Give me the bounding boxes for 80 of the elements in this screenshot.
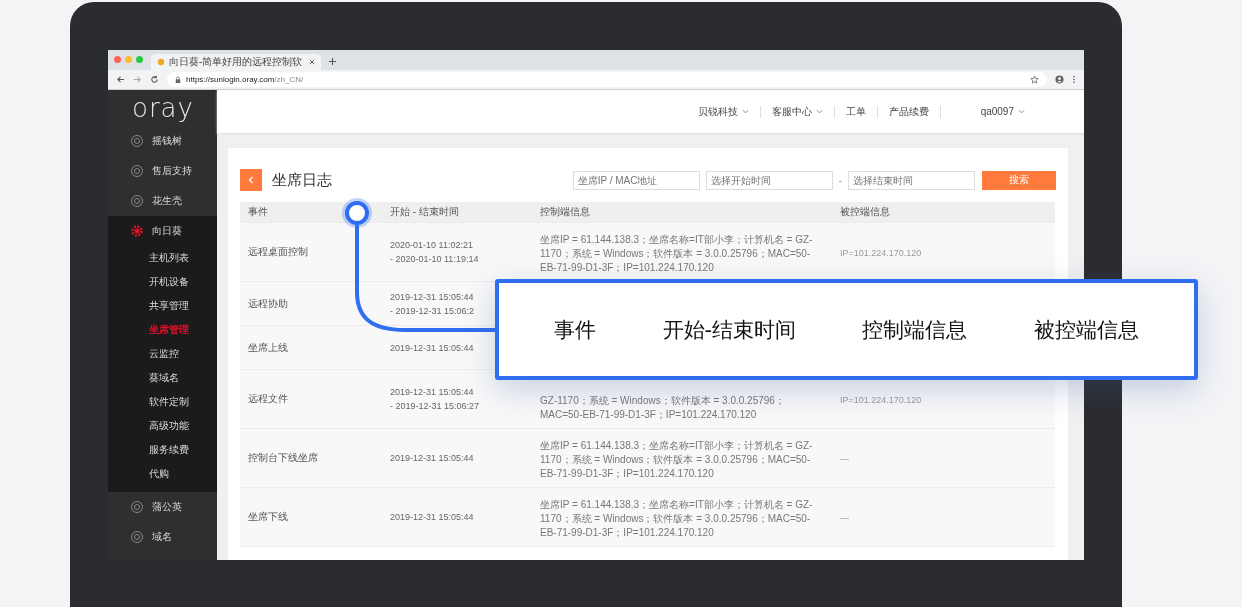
back-arrow-icon[interactable]: [116, 75, 125, 84]
menu-item[interactable]: 贝锐科技: [686, 104, 760, 119]
sidebar-item[interactable]: 摇钱树: [108, 126, 217, 156]
menu-item[interactable]: 工单: [834, 104, 877, 119]
time-text: 2020-01-10 11:02:21: [390, 240, 474, 250]
star-icon[interactable]: [1030, 75, 1039, 84]
reload-icon[interactable]: [150, 75, 159, 84]
tab-title: 向日葵-简单好用的远程控制软: [169, 55, 304, 69]
sidebar-subitem[interactable]: 主机列表: [108, 246, 217, 270]
time-text: - 2019-12-31 15:06:27: [390, 401, 481, 411]
range-separator: -: [838, 174, 842, 186]
input-field[interactable]: 坐席IP / MAC地址: [572, 170, 700, 190]
sidebar-subitem[interactable]: 坐席管理: [108, 318, 217, 342]
callout-label: 开始-结束时间: [662, 316, 797, 344]
time-text: - 2020-01-10 11:19:14: [390, 254, 480, 264]
menu-item[interactable]: 客服中心: [760, 104, 834, 119]
table-cell-text: 坐席下线: [247, 510, 289, 524]
sidebar-subitem[interactable]: 代购: [108, 462, 217, 486]
ring-icon: [130, 164, 144, 178]
table-cell-text: 坐席IP = 61.144.138.3；坐席名称=IT部小李；计算机名 = GZ-1170；系统 = Windows；软件版本 = 3.0.0.25796；MAC=50-EB-71-99-D1-3F；IP=101.224.170.120: [540, 498, 814, 540]
sidebar-subitem[interactable]: 云监控: [108, 342, 217, 366]
sidebar-subitem[interactable]: 软件定制: [108, 390, 217, 414]
lock-icon: [175, 75, 181, 84]
sidebar-item[interactable]: 售后支持: [108, 156, 217, 186]
new-tab-icon[interactable]: [329, 58, 336, 65]
table-cell-text: 远程文件: [247, 392, 289, 406]
table-cell-text: 控制台下线坐席: [247, 451, 319, 465]
table-cell-text: 坐席IP = 61.144.138.3；坐席名称=IT部小李；计算机名 = GZ-1170；系统 = Windows；软件版本 = 3.0.0.25796；MAC=50-EB-71-99-D1-3F；IP=101.224.170.120: [540, 439, 814, 481]
callout-label: 控制端信息: [862, 316, 968, 344]
table-cell-text: 远程协助: [247, 296, 289, 311]
ring-icon: [130, 530, 144, 544]
table-cell-text: 坐席IP = 61.144.138.3；坐席名称=IT部小李；计算机名 = GZ-1170；系统 = Windows；软件版本 = 3.0.0.25796；MAC=50-EB-71-99-D1-3F；IP=101.224.170.120: [540, 233, 814, 275]
table-cell-text: GZ-1170；系统 = Windows；软件版本 = 3.0.0.25796；MAC=50-EB-71-99-D1-3F；IP=101.224.170.120: [540, 394, 786, 422]
time-text: 2019-12-31 15:05:44: [390, 453, 475, 463]
table-cell-text: 坐席上线: [247, 340, 289, 355]
table-cell: IP=101.224.170.120: [840, 247, 922, 258]
profile-icon[interactable]: [1055, 75, 1064, 84]
sidebar-subitem[interactable]: 服务续费: [108, 438, 217, 462]
sidebar-subitem[interactable]: 共享管理: [108, 294, 217, 318]
column-header: 被控端信息: [839, 205, 891, 219]
table-cell-text: 远程桌面控制: [247, 245, 309, 259]
sidebar-item[interactable]: 蒲公英: [108, 492, 217, 522]
url-text: https://sunlogin.oray.com/zh_CN/: [186, 75, 305, 84]
input-field[interactable]: 选择结束时间: [848, 170, 975, 190]
callout-label: 被控端信息: [1033, 316, 1139, 344]
page-title: 坐席日志: [272, 170, 332, 190]
ring-icon: [130, 134, 144, 148]
logo: oray: [131, 92, 195, 125]
column-header: 开始 - 结束时间: [389, 205, 460, 219]
caret-icon: [1018, 109, 1025, 114]
time-text: 2019-12-31 15:05:44: [390, 387, 475, 397]
time-text: 2019-12-31 15:05:44: [390, 512, 475, 522]
table-cell: IP=101.224.170.120: [840, 394, 922, 405]
ring-icon: [130, 500, 144, 514]
menu-item[interactable]: 产品续费: [877, 104, 940, 119]
sidebar-item[interactable]: 花生壳: [108, 186, 217, 216]
ring-icon: [130, 194, 144, 208]
column-header: 控制端信息: [539, 205, 591, 219]
time-text: 2019-12-31 15:05:44: [390, 291, 475, 302]
caret-icon: [815, 109, 823, 114]
menu-item[interactable]: qa0097: [940, 106, 1036, 117]
menu-icon[interactable]: [1072, 75, 1076, 84]
sidebar-subitem[interactable]: 开机设备: [108, 270, 217, 294]
callout-label: 事件: [554, 316, 597, 344]
browser-tab[interactable]: 向日葵-简单好用的远程控制软: [151, 54, 321, 70]
sidebar-subitem[interactable]: 高级功能: [108, 414, 217, 438]
column-header: 事件: [247, 205, 269, 219]
chevron-left-icon: [248, 176, 254, 184]
table-cell: —: [840, 453, 849, 464]
flower-icon: [130, 224, 144, 238]
sidebar-item[interactable]: 向日葵: [108, 216, 217, 246]
address-field[interactable]: https://sunlogin.oray.com/zh_CN/: [167, 72, 1047, 87]
time-text: 2019-12-31 15:05:44: [390, 342, 475, 353]
sidebar-subitem[interactable]: 葵域名: [108, 366, 217, 390]
time-text: - 2019-12-31 15:06:2: [390, 305, 476, 316]
caret-icon: [741, 109, 749, 114]
sidebar-item[interactable]: 域名: [108, 522, 217, 552]
input-field[interactable]: 选择开始时间: [705, 170, 833, 190]
table-cell: —: [840, 512, 849, 523]
close-icon[interactable]: [309, 59, 315, 65]
